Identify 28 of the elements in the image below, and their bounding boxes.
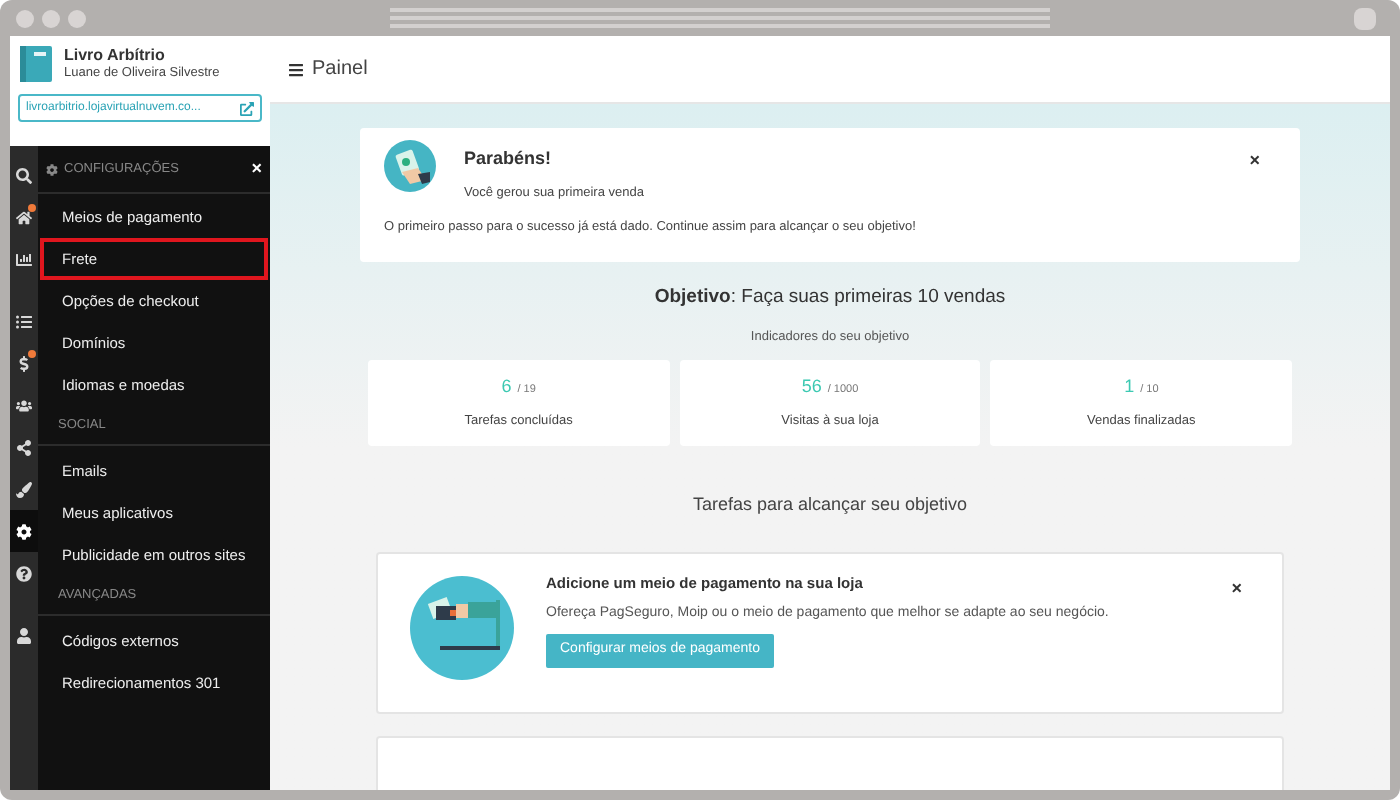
user-icon (16, 627, 32, 643)
indicator-value: 1 (1124, 373, 1135, 400)
tasks-title: Tarefas para alcançar seu objetivo (692, 492, 968, 518)
close-button[interactable]: × (1231, 579, 1242, 597)
external-link-icon (240, 101, 254, 115)
users-icon (16, 397, 32, 413)
congrats-title: Parabéns! (464, 146, 554, 172)
help-icon (16, 565, 32, 581)
bar-chart-icon (16, 251, 32, 267)
search-icon (16, 167, 32, 183)
settings-icon (46, 163, 58, 175)
page-title: Painel (312, 56, 368, 84)
menu-icon[interactable] (288, 61, 304, 77)
list-icon (16, 313, 32, 329)
settings-icon (16, 523, 32, 539)
home-icon (16, 209, 32, 225)
store-title: Livro Arbítrio (64, 45, 167, 66)
brush-icon (16, 481, 32, 497)
share-icon (16, 439, 32, 455)
money-hand-icon (384, 140, 436, 192)
close-button[interactable]: × (251, 160, 262, 178)
indicator-value: 56 (801, 373, 822, 400)
address-lines-icon (390, 8, 1050, 28)
close-button[interactable]: × (1249, 152, 1260, 170)
objective-text: Objetivo: Faça suas primeiras 10 vendas (654, 284, 1006, 312)
dollar-icon (16, 355, 32, 371)
book-icon (18, 44, 54, 84)
indicator-value: 6 (501, 373, 512, 400)
